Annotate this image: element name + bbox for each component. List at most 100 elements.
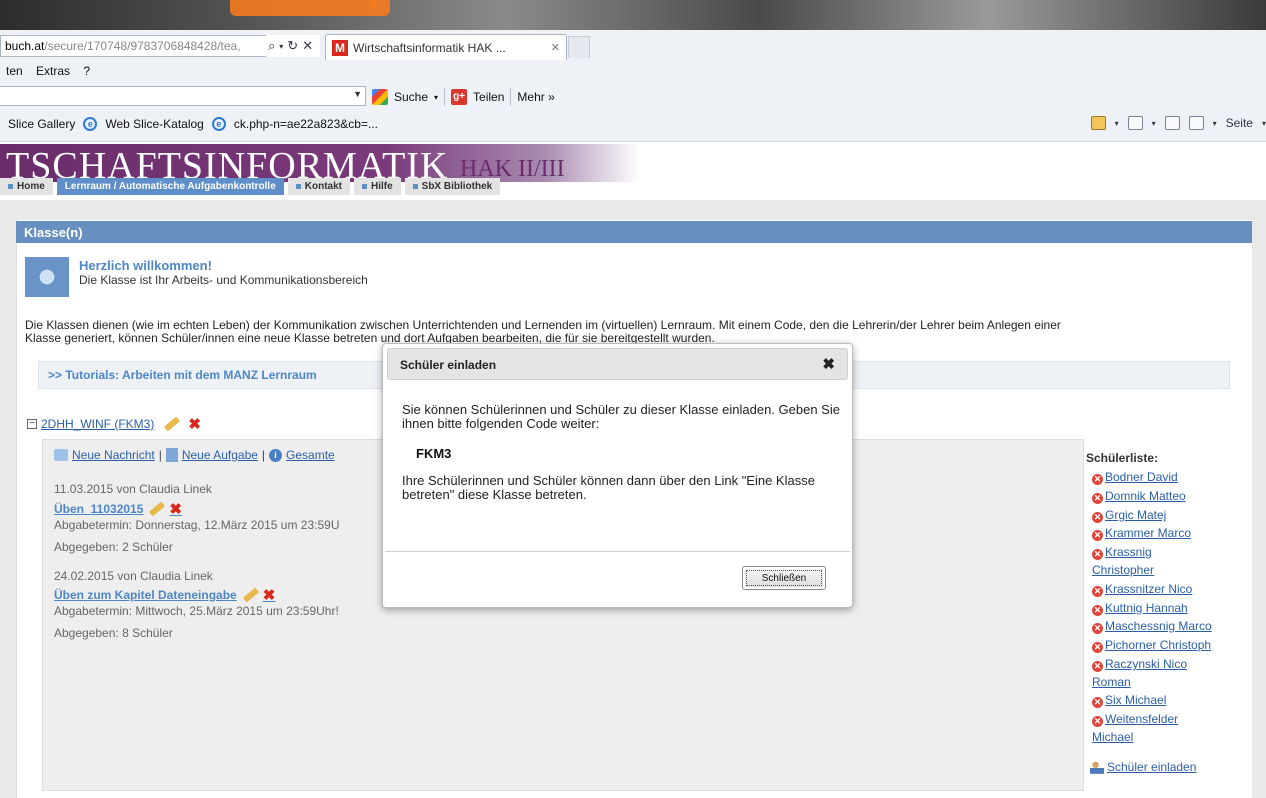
tab-close-icon[interactable]: ✕	[551, 41, 560, 54]
new-message-link[interactable]: Neue Nachricht	[72, 448, 155, 462]
intro-text: Die Klassen dienen (wie im echten Leben)…	[25, 318, 1061, 345]
remove-student-icon[interactable]: ✕	[1092, 697, 1103, 708]
nav-home[interactable]: Home	[0, 178, 53, 195]
close-button[interactable]: Schließen	[742, 566, 826, 590]
remove-student-icon[interactable]: ✕	[1092, 605, 1103, 616]
menu-item-extras[interactable]: Extras	[36, 64, 70, 78]
favorite-slice-gallery[interactable]: Slice Gallery	[8, 117, 75, 131]
remove-student-icon[interactable]: ✕	[1092, 493, 1103, 504]
chevron-down-icon[interactable]: ▼	[353, 89, 362, 99]
nav-hilfe[interactable]: Hilfe	[353, 178, 401, 195]
entry-deadline: Abgabetermin: Mittwoch, 25.März 2015 um …	[54, 604, 339, 618]
remove-student-icon[interactable]: ✕	[1092, 512, 1103, 523]
home-icon[interactable]	[1090, 116, 1106, 130]
dialog-divider	[385, 551, 850, 552]
chevron-down-icon[interactable]: ▾	[1213, 119, 1217, 128]
brand-banner: TSCHAFTSINFORMATIK HAK II/III	[0, 144, 640, 187]
favorite-web-slice-katalog[interactable]: Web Slice-Katalog	[105, 117, 204, 131]
student-item: ✕ Six Michael	[1092, 693, 1167, 708]
tab-title: Wirtschaftsinformatik HAK ...	[353, 40, 506, 55]
entry-date-author: 24.02.2015 von Claudia Linek	[54, 569, 213, 583]
command-bar: ▼ Suche ▾ g+ Teilen Mehr »	[0, 84, 1266, 110]
welcome-icon	[25, 257, 69, 297]
toolbar-search-input[interactable]: ▼	[0, 86, 366, 106]
mail-icon[interactable]	[1164, 116, 1180, 130]
rss-icon[interactable]	[1127, 116, 1143, 130]
dropdown-icon[interactable]: ▾	[279, 42, 283, 51]
remove-student-icon[interactable]: ✕	[1092, 586, 1103, 597]
invite-dialog: Schüler einladen ✖ Sie können Schülerinn…	[382, 343, 853, 608]
entry-submitted: Abgegeben: 8 Schüler	[54, 626, 173, 640]
site-header: TSCHAFTSINFORMATIK HAK II/III Home Lernr…	[0, 142, 1266, 200]
remove-student-icon[interactable]: ✕	[1092, 623, 1103, 634]
invite-code: FKM3	[416, 446, 452, 461]
dialog-text: Sie können Schülerinnen und Schüler zu d…	[402, 402, 840, 431]
student-item: ✕ Grgic Matej	[1092, 508, 1167, 523]
menu-bar: ten Extras ?	[0, 60, 1266, 82]
entry-title-link[interactable]: Üben zum Kapitel Dateneingabe ✖	[54, 586, 275, 604]
class-link[interactable]: 2DHH_WINF (FKM3)	[41, 417, 154, 431]
new-task-link[interactable]: Neue Aufgabe	[182, 448, 258, 462]
manz-logo-icon: M	[332, 39, 348, 56]
search-icon[interactable]: ⌕	[268, 38, 275, 54]
close-icon[interactable]: ✖	[822, 355, 835, 373]
google-search-icon	[372, 89, 388, 105]
tutorial-link[interactable]: >> Tutorials: Arbeiten mit dem MANZ Lern…	[48, 368, 317, 382]
page-menu[interactable]: Seite	[1226, 116, 1253, 130]
task-icon	[165, 448, 178, 462]
student-item: ✕ Pichorner Christoph	[1092, 638, 1212, 653]
remove-student-icon[interactable]: ✕	[1092, 716, 1103, 727]
student-item: ✕ Krassnig Christopher	[1092, 545, 1155, 577]
student-item: ✕ Weitensfelder Michael	[1092, 712, 1179, 744]
remove-student-icon[interactable]: ✕	[1092, 642, 1103, 653]
google-plus-icon: g+	[451, 89, 468, 105]
info-icon: i	[269, 448, 283, 462]
chevron-down-icon[interactable]: ▾	[1115, 119, 1119, 128]
message-icon	[54, 449, 68, 461]
favorite-ck-php[interactable]: ck.php-n=ae22a823&cb=...	[234, 117, 378, 131]
section-title: Klasse(n)	[16, 221, 1252, 243]
delete-icon[interactable]: ✖	[169, 500, 182, 518]
refresh-icon[interactable]: ↻	[287, 38, 298, 54]
chevron-down-icon[interactable]: ▾	[1262, 119, 1266, 128]
share-button[interactable]: Teilen	[473, 90, 504, 104]
entry-deadline: Abgabetermin: Donnerstag, 12.März 2015 u…	[54, 518, 340, 532]
print-icon[interactable]	[1188, 116, 1204, 130]
menu-item-view[interactable]: ten	[6, 64, 23, 78]
welcome-subtitle: Die Klasse ist Ihr Arbeits- und Kommunik…	[79, 273, 368, 287]
class-header: − 2DHH_WINF (FKM3) ✖	[27, 415, 201, 433]
nav-kontakt[interactable]: Kontakt	[287, 178, 350, 195]
edit-icon[interactable]	[242, 587, 259, 603]
favorites-bar: Slice Gallery e Web Slice-Katalog e ck.p…	[0, 112, 1266, 138]
new-tab-button[interactable]	[568, 36, 590, 58]
nav-sbx-bibliothek[interactable]: SbX Bibliothek	[404, 178, 501, 195]
menu-item-help[interactable]: ?	[83, 64, 90, 78]
remove-student-icon[interactable]: ✕	[1092, 530, 1103, 541]
browser-tab[interactable]: M Wirtschaftsinformatik HAK ... ✕	[325, 34, 567, 60]
edit-icon[interactable]	[149, 501, 166, 517]
search-button[interactable]: Suche	[394, 90, 428, 104]
chevron-down-icon[interactable]: ▾	[434, 93, 438, 102]
remove-student-icon[interactable]: ✕	[1092, 474, 1103, 485]
delete-icon[interactable]: ✖	[263, 586, 276, 604]
remove-student-icon[interactable]: ✕	[1092, 661, 1103, 672]
ie-icon: e	[211, 117, 226, 131]
entry-title-link[interactable]: Üben_11032015 ✖	[54, 500, 182, 518]
edit-icon[interactable]	[164, 416, 181, 432]
invite-students-link[interactable]: Schüler einladen	[1090, 760, 1196, 774]
student-item: ✕ Kuttnig Hannah	[1092, 601, 1188, 616]
nav-lernraum[interactable]: Lernraum / Automatische Aufgabenkontroll…	[56, 178, 284, 195]
overview-link[interactable]: Gesamte	[286, 448, 335, 462]
student-list-title: Schülerliste:	[1086, 451, 1159, 465]
welcome-title: Herzlich willkommen!	[79, 258, 212, 273]
remove-student-icon[interactable]: ✕	[1092, 549, 1103, 560]
dialog-title: Schüler einladen	[400, 358, 497, 372]
chevron-down-icon[interactable]: ▾	[1152, 119, 1156, 128]
people-icon	[1090, 760, 1104, 774]
top-banner	[0, 0, 1266, 30]
delete-icon[interactable]: ✖	[188, 415, 201, 433]
more-button[interactable]: Mehr »	[517, 90, 554, 104]
stop-icon[interactable]: ✕	[302, 38, 313, 54]
student-item: ✕ Maschessnig Marco	[1092, 619, 1212, 634]
collapse-toggle[interactable]: −	[27, 419, 37, 429]
